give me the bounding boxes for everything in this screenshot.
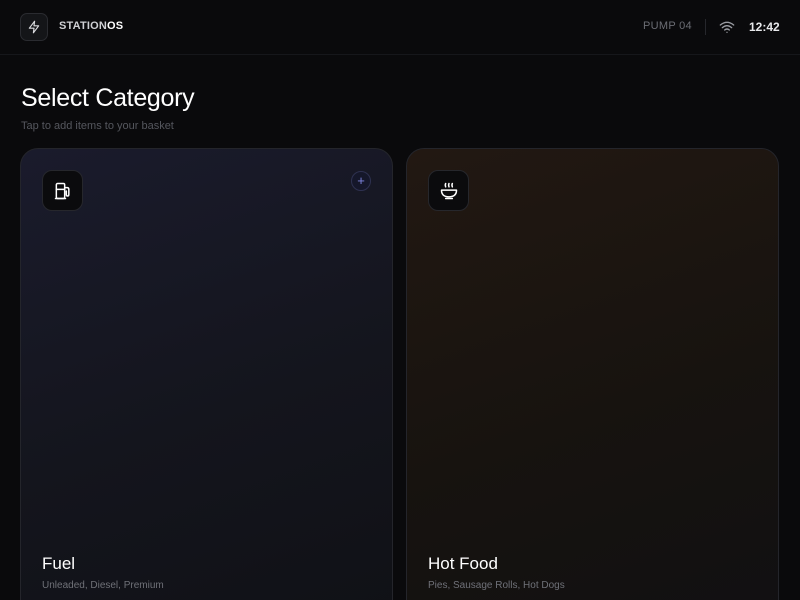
fuel-pump-icon bbox=[42, 170, 83, 211]
hot-bowl-icon bbox=[428, 170, 469, 211]
category-card-fuel[interactable]: + Fuel Unleaded, Diesel, Premium bbox=[20, 148, 393, 600]
pump-indicator: PUMP 04 bbox=[643, 20, 692, 32]
header-divider bbox=[705, 19, 706, 35]
top-bar: STATIONOS PUMP 04 12:42 bbox=[0, 0, 800, 55]
lightning-bolt-icon bbox=[20, 13, 48, 41]
clock: 12:42 bbox=[749, 20, 780, 34]
brand-part-os: OS bbox=[107, 20, 124, 32]
category-name-fuel: Fuel bbox=[42, 554, 76, 573]
category-description-hot-food: Pies, Sausage Rolls, Hot Dogs bbox=[428, 580, 565, 591]
category-card-hot-food[interactable]: Hot Food Pies, Sausage Rolls, Hot Dogs bbox=[406, 148, 779, 600]
add-fuel-button[interactable]: + bbox=[351, 171, 371, 191]
page-title: Select Category bbox=[21, 84, 195, 112]
category-description-fuel: Unleaded, Diesel, Premium bbox=[42, 580, 164, 591]
category-name-hot-food: Hot Food bbox=[428, 554, 498, 573]
brand-name: STATIONOS bbox=[59, 20, 123, 32]
brand-part-station: STATION bbox=[59, 20, 108, 32]
page-subtitle: Tap to add items to your basket bbox=[21, 120, 174, 132]
wifi-icon bbox=[719, 19, 735, 35]
